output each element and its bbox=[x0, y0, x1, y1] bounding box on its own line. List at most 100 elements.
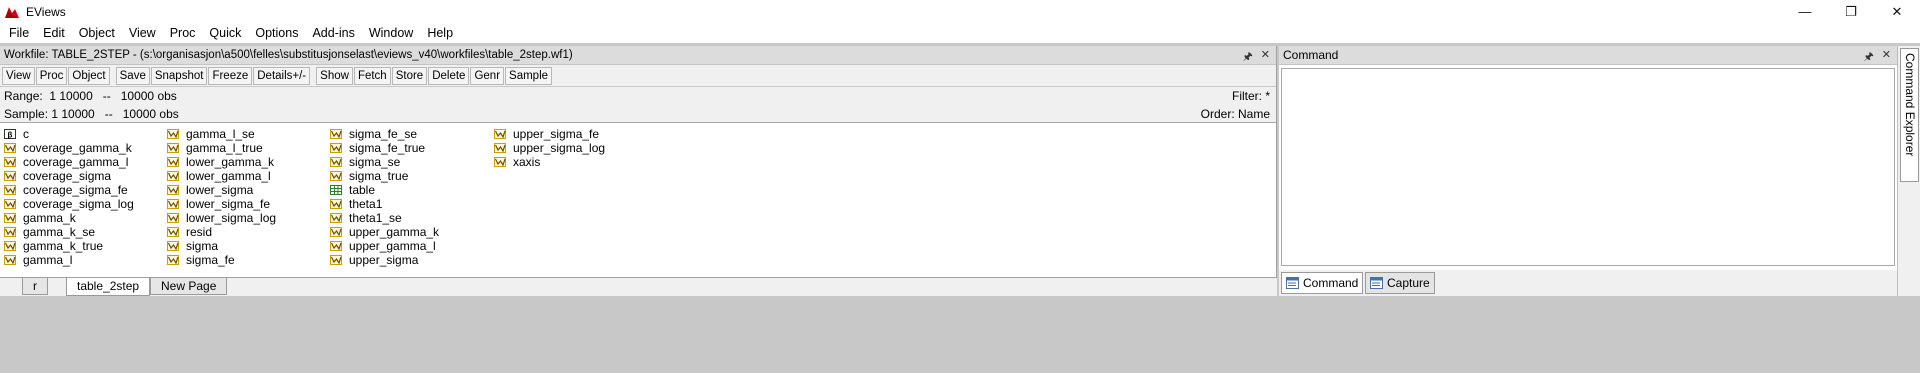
freeze-button[interactable]: Freeze bbox=[208, 66, 253, 85]
object-name: sigma_fe_true bbox=[349, 141, 426, 155]
list-item[interactable]: gamma_l_se bbox=[167, 127, 276, 141]
tab-capture-label: Capture bbox=[1387, 276, 1430, 290]
series-icon bbox=[167, 241, 179, 251]
object-name: resid bbox=[186, 225, 213, 239]
menu-proc[interactable]: Proc bbox=[163, 23, 203, 43]
fetch-button[interactable]: Fetch bbox=[353, 66, 391, 85]
menu-window[interactable]: Window bbox=[362, 23, 420, 43]
list-item[interactable]: xaxis bbox=[494, 155, 605, 169]
list-item[interactable]: gamma_l bbox=[4, 253, 134, 267]
command-title-bar[interactable]: Command 🖈 ✕ bbox=[1279, 46, 1897, 65]
list-item[interactable]: upper_gamma_k bbox=[330, 225, 439, 239]
object-name: coverage_gamma_l bbox=[23, 155, 129, 169]
object-name: upper_sigma bbox=[349, 253, 419, 267]
list-item[interactable]: sigma_fe bbox=[167, 253, 276, 267]
list-item[interactable]: resid bbox=[167, 225, 276, 239]
close-icon[interactable]: ✕ bbox=[1261, 48, 1270, 67]
list-item[interactable]: upper_gamma_l bbox=[330, 239, 439, 253]
pin-icon[interactable]: 🖈 bbox=[1864, 48, 1874, 67]
series-icon bbox=[4, 241, 16, 251]
tab-capture[interactable]: Capture bbox=[1365, 272, 1435, 294]
list-item[interactable]: gamma_k_se bbox=[4, 225, 134, 239]
menu-add-ins[interactable]: Add-ins bbox=[305, 23, 361, 43]
proc-button[interactable]: Proc bbox=[35, 66, 68, 85]
genr-button[interactable]: Genr bbox=[470, 66, 505, 85]
list-item[interactable]: table bbox=[330, 183, 439, 197]
object-name: coverage_sigma_fe bbox=[23, 183, 128, 197]
tab-command[interactable]: Command bbox=[1281, 272, 1364, 294]
object-column: sigma_fe_se sigma_fe_true sigma_se sigma_tr… bbox=[330, 127, 439, 267]
sample-row[interactable]: Sample: 1 10000 -- 10000 obs Order: Name bbox=[0, 105, 1276, 123]
list-item[interactable]: lower_sigma_fe bbox=[167, 197, 276, 211]
range-text: Range: 1 10000 -- 10000 obs bbox=[4, 89, 177, 103]
object-name: gamma_l_se bbox=[186, 127, 255, 141]
tab-command-label: Command bbox=[1303, 276, 1359, 290]
close-button[interactable]: ✕ bbox=[1874, 0, 1920, 23]
workfile-window: Workfile: TABLE_2STEP - (s:\organisasjon… bbox=[0, 46, 1277, 296]
list-item[interactable]: coverage_gamma_l bbox=[4, 155, 134, 169]
list-item[interactable]: upper_sigma bbox=[330, 253, 439, 267]
list-item[interactable]: coverage_sigma_log bbox=[4, 197, 134, 211]
list-item[interactable]: lower_gamma_k bbox=[167, 155, 276, 169]
details-button[interactable]: Details+/- bbox=[253, 66, 311, 85]
list-item[interactable]: gamma_k_true bbox=[4, 239, 134, 253]
menu-quick[interactable]: Quick bbox=[202, 23, 248, 43]
series-icon bbox=[330, 157, 342, 167]
list-item[interactable]: lower_sigma_log bbox=[167, 211, 276, 225]
series-icon bbox=[330, 255, 342, 265]
list-item[interactable]: sigma_se bbox=[330, 155, 439, 169]
page-tab-table-2step[interactable]: table_2step bbox=[66, 278, 151, 296]
list-item[interactable]: sigma_true bbox=[330, 169, 439, 183]
range-row[interactable]: Range: 1 10000 -- 10000 obs Filter: * bbox=[0, 87, 1276, 105]
minimize-button[interactable]: — bbox=[1782, 0, 1828, 23]
list-item[interactable]: lower_gamma_l bbox=[167, 169, 276, 183]
list-item[interactable]: sigma_fe_se bbox=[330, 127, 439, 141]
list-item[interactable]: lower_sigma bbox=[167, 183, 276, 197]
list-item[interactable]: coverage_sigma_fe bbox=[4, 183, 134, 197]
list-item[interactable]: sigma_fe_true bbox=[330, 141, 439, 155]
list-item[interactable]: gamma_k bbox=[4, 211, 134, 225]
workfile-title-bar[interactable]: Workfile: TABLE_2STEP - (s:\organisasjon… bbox=[0, 46, 1276, 65]
list-item[interactable]: upper_sigma_fe bbox=[494, 127, 605, 141]
command-tabs: Command Capture bbox=[1279, 270, 1897, 296]
menu-view[interactable]: View bbox=[122, 23, 163, 43]
pin-icon[interactable]: 🖈 bbox=[1243, 48, 1253, 67]
snapshot-button[interactable]: Snapshot bbox=[150, 66, 208, 85]
menu-file[interactable]: File bbox=[2, 23, 36, 43]
command-input[interactable] bbox=[1281, 68, 1895, 266]
object-name: gamma_k_true bbox=[23, 239, 104, 253]
command-explorer-label: Command Explorer bbox=[1903, 53, 1917, 157]
sample-button[interactable]: Sample bbox=[505, 66, 553, 85]
object-name: gamma_k_se bbox=[23, 225, 96, 239]
menu-edit[interactable]: Edit bbox=[36, 23, 72, 43]
list-item[interactable]: sigma bbox=[167, 239, 276, 253]
menu-options[interactable]: Options bbox=[248, 23, 305, 43]
command-explorer-tab[interactable]: Command Explorer bbox=[1900, 48, 1919, 182]
store-button[interactable]: Store bbox=[391, 66, 428, 85]
menu-object[interactable]: Object bbox=[72, 23, 122, 43]
list-item[interactable]: gamma_l_true bbox=[167, 141, 276, 155]
menu-help[interactable]: Help bbox=[420, 23, 460, 43]
list-item[interactable]: theta1_se bbox=[330, 211, 439, 225]
list-item[interactable]: βc bbox=[4, 127, 134, 141]
series-icon bbox=[4, 255, 16, 265]
list-item[interactable]: coverage_gamma_k bbox=[4, 141, 134, 155]
object-name: lower_sigma_fe bbox=[186, 197, 271, 211]
list-item[interactable]: upper_sigma_log bbox=[494, 141, 605, 155]
series-icon bbox=[4, 171, 16, 181]
restore-button[interactable]: ❐ bbox=[1828, 0, 1874, 23]
page-tab-r[interactable]: r bbox=[22, 278, 48, 295]
save-button[interactable]: Save bbox=[115, 66, 150, 85]
page-tab-new-page[interactable]: New Page bbox=[150, 278, 228, 295]
show-button[interactable]: Show bbox=[316, 66, 353, 85]
close-icon[interactable]: ✕ bbox=[1882, 48, 1891, 67]
workfile-title: Workfile: TABLE_2STEP - (s:\organisasjon… bbox=[4, 49, 573, 61]
delete-button[interactable]: Delete bbox=[428, 66, 470, 85]
object-button[interactable]: Object bbox=[68, 66, 110, 85]
view-button[interactable]: View bbox=[2, 66, 35, 85]
list-item[interactable]: theta1 bbox=[330, 197, 439, 211]
series-icon bbox=[494, 157, 506, 167]
workfile-toolbar: View Proc Object Save Snapshot Freeze De… bbox=[0, 65, 1276, 87]
list-item[interactable]: coverage_sigma bbox=[4, 169, 134, 183]
object-name: sigma_true bbox=[349, 169, 409, 183]
